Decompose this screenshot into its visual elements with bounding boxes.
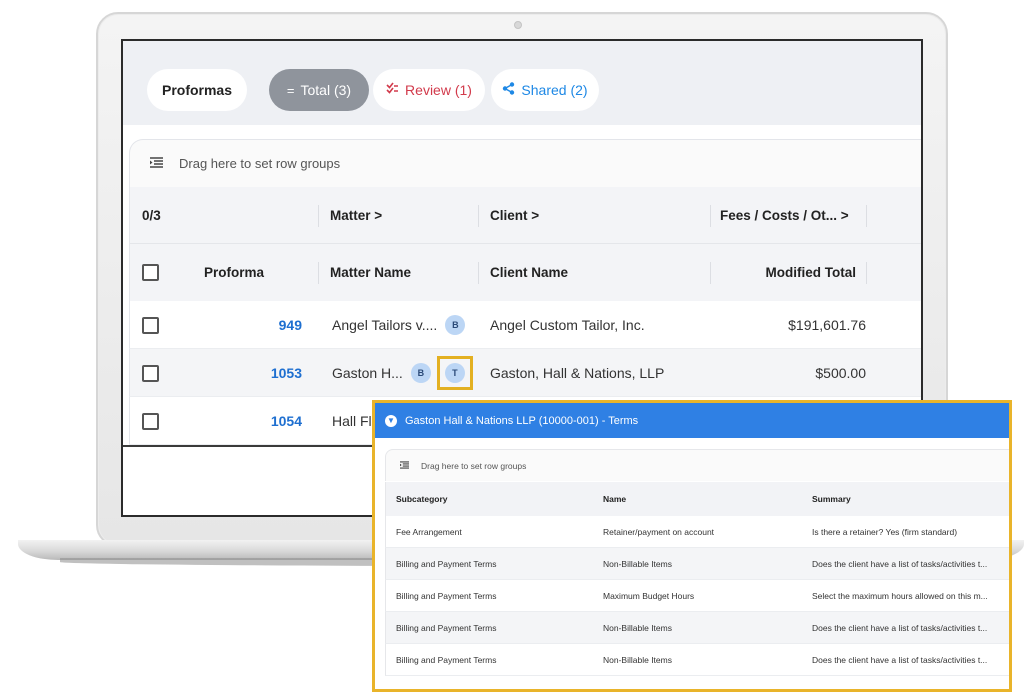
terms-badge[interactable]: T [444, 363, 465, 383]
matter-name-cell: Angel Tailors v.... B [332, 301, 466, 349]
name-cell: Non-Billable Items [603, 558, 672, 569]
row-group-dropzone[interactable]: Drag here to set row groups [129, 139, 921, 187]
row-checkbox[interactable] [142, 364, 159, 382]
client-name: Angel Custom Tailor, Inc. [490, 317, 645, 333]
popup-row-group-dropzone[interactable]: Drag here to set row groups [385, 449, 1009, 481]
column-name[interactable]: Name [603, 482, 803, 516]
column-separator [478, 262, 479, 284]
matter-name-cell: Gaston H... B T [332, 349, 473, 397]
subcategory-cell: Fee Arrangement [396, 526, 462, 537]
header-group-fees[interactable]: Fees / Costs / Ot... > [720, 187, 849, 244]
column-separator [710, 205, 711, 227]
subcategory-cell: Billing and Payment Terms [396, 654, 497, 665]
row-group-icon [400, 460, 409, 471]
laptop-camera [514, 21, 522, 29]
client-name: Gaston, Hall & Nations, LLP [490, 365, 665, 381]
summary-cell: Does the client have a list of tasks/act… [812, 622, 988, 633]
header-group-row: 0/3 Matter > Client > Fees / Costs / Ot.… [130, 187, 921, 244]
selection-count: 0/3 [142, 208, 161, 223]
column-separator [318, 262, 319, 284]
column-separator [866, 205, 867, 227]
row-select-cell [142, 349, 159, 397]
tab-review[interactable]: Review (1) [373, 69, 485, 111]
column-summary[interactable]: Summary [812, 482, 1004, 516]
table-row[interactable]: Fee Arrangement Retainer/payment on acco… [385, 516, 1009, 548]
column-subcategory[interactable]: Subcategory [396, 482, 596, 516]
row-select-cell [142, 397, 159, 445]
popup-title-bar: ▼ Gaston Hall & Nations LLP (10000-001) … [375, 403, 1009, 438]
column-separator [318, 205, 319, 227]
column-separator [866, 262, 867, 284]
share-icon [502, 82, 515, 98]
matter-name-cell: Hall Fl [332, 397, 372, 445]
popup-grid-header: Subcategory Name Summary [385, 482, 1009, 516]
modified-total: $500.00 [815, 365, 866, 381]
highlighted-badge-frame: T [436, 356, 473, 390]
row-checkbox[interactable] [142, 316, 159, 334]
table-row[interactable]: 1053 Gaston H... B T Gaston, Hall & Nati… [129, 349, 921, 397]
proforma-number-link[interactable]: 949 [190, 301, 302, 349]
modified-total: $191,601.76 [788, 317, 866, 333]
subcategory-cell: Billing and Payment Terms [396, 622, 497, 633]
review-icon [386, 82, 399, 98]
tab-shared-label: Shared (2) [521, 82, 588, 98]
tab-total-label: Total (3) [300, 82, 352, 98]
matter-badge[interactable]: B [410, 363, 431, 383]
tab-proformas-label: Proformas [161, 82, 233, 98]
table-row[interactable]: Billing and Payment Terms Non-Billable I… [385, 612, 1009, 644]
tab-total[interactable]: = Total (3) [269, 69, 369, 111]
tab-review-label: Review (1) [405, 82, 472, 98]
column-separator [710, 262, 711, 284]
name-cell: Non-Billable Items [603, 654, 672, 665]
name-cell: Retainer/payment on account [603, 526, 715, 537]
column-proforma[interactable]: Proforma [204, 244, 264, 301]
proforma-number-link[interactable]: 1053 [190, 349, 302, 397]
matter-name: Hall Fl [332, 413, 372, 429]
matter-badge[interactable]: B [445, 315, 466, 335]
equals-icon: = [286, 82, 295, 98]
terms-popup: ▼ Gaston Hall & Nations LLP (10000-001) … [372, 400, 1012, 692]
header-column-row: Proforma Matter Name Client Name Modifie… [130, 244, 921, 301]
matter-name: Gaston H... [332, 365, 403, 381]
matter-name: Angel Tailors v.... [332, 317, 438, 333]
row-group-icon [150, 156, 163, 171]
header-group-client[interactable]: Client > [490, 187, 539, 244]
row-select-cell [142, 301, 159, 349]
select-all-checkbox[interactable] [142, 264, 159, 281]
name-cell: Non-Billable Items [603, 622, 672, 633]
grid-header: 0/3 Matter > Client > Fees / Costs / Ot.… [129, 187, 921, 301]
select-all-cell [142, 244, 159, 301]
popup-title: Gaston Hall & Nations LLP (10000-001) - … [405, 414, 639, 427]
subcategory-cell: Billing and Payment Terms [396, 558, 497, 569]
tab-shared[interactable]: Shared (2) [491, 69, 599, 111]
summary-cell: Is there a retainer? Yes (firm standard) [812, 526, 958, 537]
column-modified-total[interactable]: Modified Total [720, 244, 857, 301]
filter-icon: ▼ [385, 414, 397, 427]
column-client-name[interactable]: Client Name [490, 244, 568, 301]
column-matter-name[interactable]: Matter Name [330, 244, 411, 301]
table-row[interactable]: Billing and Payment Terms Non-Billable I… [385, 548, 1009, 580]
summary-cell: Select the maximum hours allowed on this… [812, 590, 988, 601]
row-group-label: Drag here to set row groups [179, 156, 341, 171]
row-checkbox[interactable] [142, 412, 159, 430]
table-row[interactable]: Billing and Payment Terms Non-Billable I… [385, 644, 1009, 676]
popup-row-group-label: Drag here to set row groups [421, 460, 527, 471]
table-row[interactable]: 949 Angel Tailors v.... B Angel Custom T… [129, 301, 921, 349]
summary-cell: Does the client have a list of tasks/act… [812, 558, 988, 569]
marketing-stage: Proformas = Total (3) Review (1) Shared … [0, 0, 1024, 698]
table-row[interactable]: Billing and Payment Terms Maximum Budget… [385, 580, 1009, 612]
subcategory-cell: Billing and Payment Terms [396, 590, 497, 601]
header-group-matter[interactable]: Matter > [330, 187, 382, 244]
tab-proformas[interactable]: Proformas [147, 69, 247, 111]
name-cell: Maximum Budget Hours [603, 590, 695, 601]
proforma-number-link[interactable]: 1054 [190, 397, 302, 445]
summary-cell: Does the client have a list of tasks/act… [812, 654, 988, 665]
column-separator [478, 205, 479, 227]
proforma-toolbar: Proformas = Total (3) Review (1) Shared … [123, 41, 921, 125]
